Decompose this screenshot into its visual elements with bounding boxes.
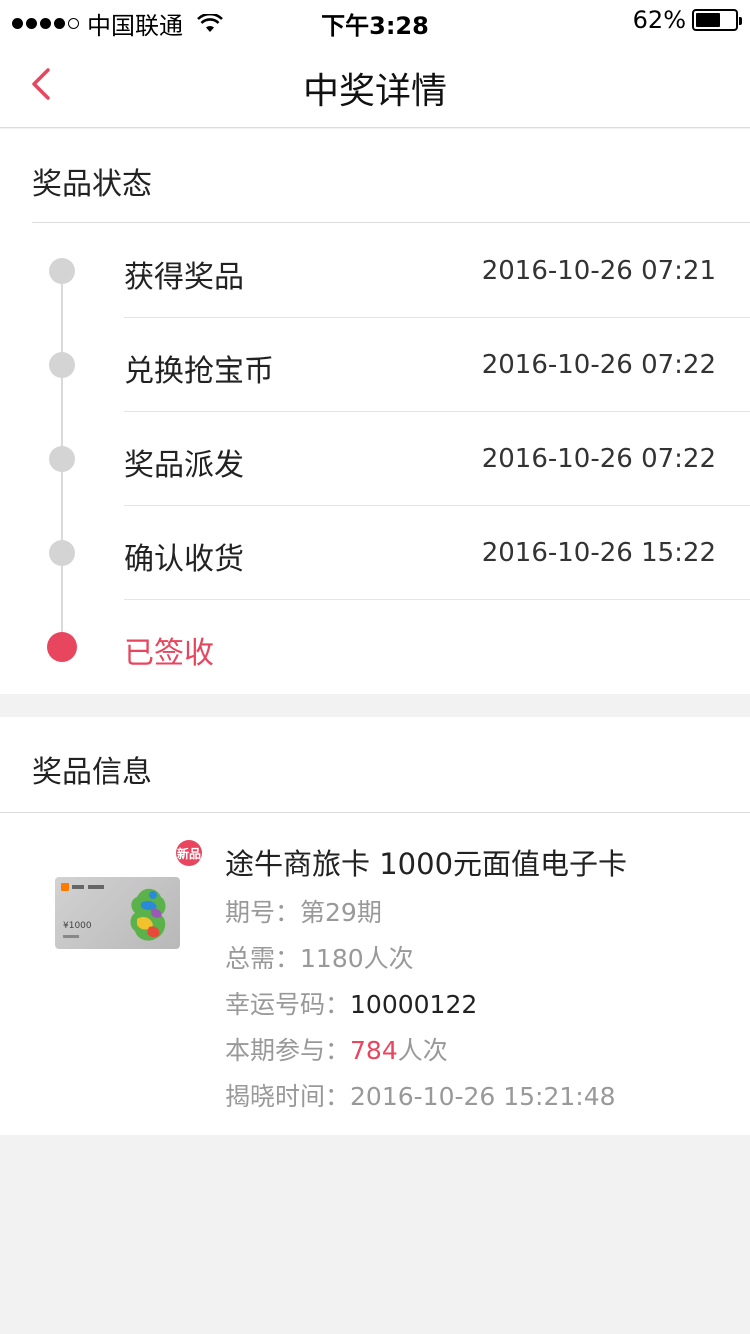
total-row: 总需：1180人次 bbox=[225, 939, 414, 975]
step-time: 2016-10-26 07:21 bbox=[481, 256, 716, 286]
product-image[interactable]: ¥1000 bbox=[55, 877, 180, 949]
reveal-time-row: 揭晓时间：2016-10-26 15:21:48 bbox=[225, 1077, 616, 1113]
page-title: 中奖详情 bbox=[302, 71, 447, 112]
timeline-dot bbox=[49, 540, 75, 566]
step-label: 获得奖品 bbox=[124, 260, 244, 295]
period-label: 期号： bbox=[225, 898, 301, 927]
period-row: 期号：第29期 bbox=[225, 893, 382, 929]
prize-info-heading: 奖品信息 bbox=[32, 755, 152, 790]
timeline-step-current: 已签收 bbox=[0, 600, 750, 694]
timeline-dot bbox=[49, 258, 75, 284]
prize-info-section: 奖品信息 ¥1000 新品 途牛商旅卡 1000元面值电子卡 期号：第29期 总… bbox=[0, 717, 750, 1135]
step-time: 2016-10-26 15:22 bbox=[481, 538, 716, 568]
card-subtext bbox=[63, 935, 79, 938]
brand-logo bbox=[61, 883, 107, 891]
step-label: 奖品派发 bbox=[124, 448, 244, 483]
new-badge: 新品 bbox=[176, 840, 202, 866]
lucky-number-row: 幸运号码：10000122 bbox=[225, 985, 477, 1021]
total-value: 1180人次 bbox=[300, 944, 414, 973]
divider bbox=[32, 222, 750, 223]
nav-bar: 中奖详情 bbox=[0, 40, 750, 128]
step-time: 2016-10-26 07:22 bbox=[481, 350, 716, 380]
timeline-step: 兑换抢宝币 2016-10-26 07:22 bbox=[0, 318, 750, 412]
status-bar: 中国联通 下午3:28 62% bbox=[0, 0, 750, 40]
step-label-current: 已签收 bbox=[124, 636, 214, 671]
lucky-label: 幸运号码： bbox=[225, 990, 351, 1019]
lucky-value: 10000122 bbox=[350, 990, 478, 1019]
battery-icon bbox=[692, 9, 742, 31]
timeline-step: 获得奖品 2016-10-26 07:21 bbox=[0, 224, 750, 318]
timeline-dot-active bbox=[47, 632, 77, 662]
reveal-label: 揭晓时间： bbox=[225, 1082, 351, 1111]
timeline-step: 奖品派发 2016-10-26 07:22 bbox=[0, 412, 750, 506]
product-title[interactable]: 途牛商旅卡 1000元面值电子卡 bbox=[225, 841, 627, 883]
prize-status-heading: 奖品状态 bbox=[32, 167, 152, 202]
step-time: 2016-10-26 07:22 bbox=[481, 444, 716, 474]
prize-status-section: 奖品状态 获得奖品 2016-10-26 07:21 兑换抢宝币 2016-10… bbox=[0, 129, 750, 694]
battery-level bbox=[696, 13, 720, 27]
mascot-icon bbox=[130, 888, 166, 941]
card-amount: ¥1000 bbox=[63, 921, 92, 931]
participate-unit: 人次 bbox=[397, 1036, 448, 1065]
step-label: 兑换抢宝币 bbox=[124, 354, 274, 389]
step-label: 确认收货 bbox=[124, 542, 244, 577]
battery-percent: 62% bbox=[632, 6, 686, 34]
participation-row: 本期参与：784人次 bbox=[225, 1031, 448, 1067]
timeline-dot bbox=[49, 446, 75, 472]
status-right: 62% bbox=[632, 6, 742, 34]
participate-label: 本期参与： bbox=[225, 1036, 351, 1065]
participate-count: 784 bbox=[350, 1036, 398, 1065]
total-label: 总需： bbox=[225, 944, 301, 973]
timeline-dot bbox=[49, 352, 75, 378]
reveal-value: 2016-10-26 15:21:48 bbox=[350, 1082, 616, 1111]
timeline-step: 确认收货 2016-10-26 15:22 bbox=[0, 506, 750, 600]
period-value: 第29期 bbox=[300, 898, 382, 927]
divider bbox=[0, 812, 750, 813]
